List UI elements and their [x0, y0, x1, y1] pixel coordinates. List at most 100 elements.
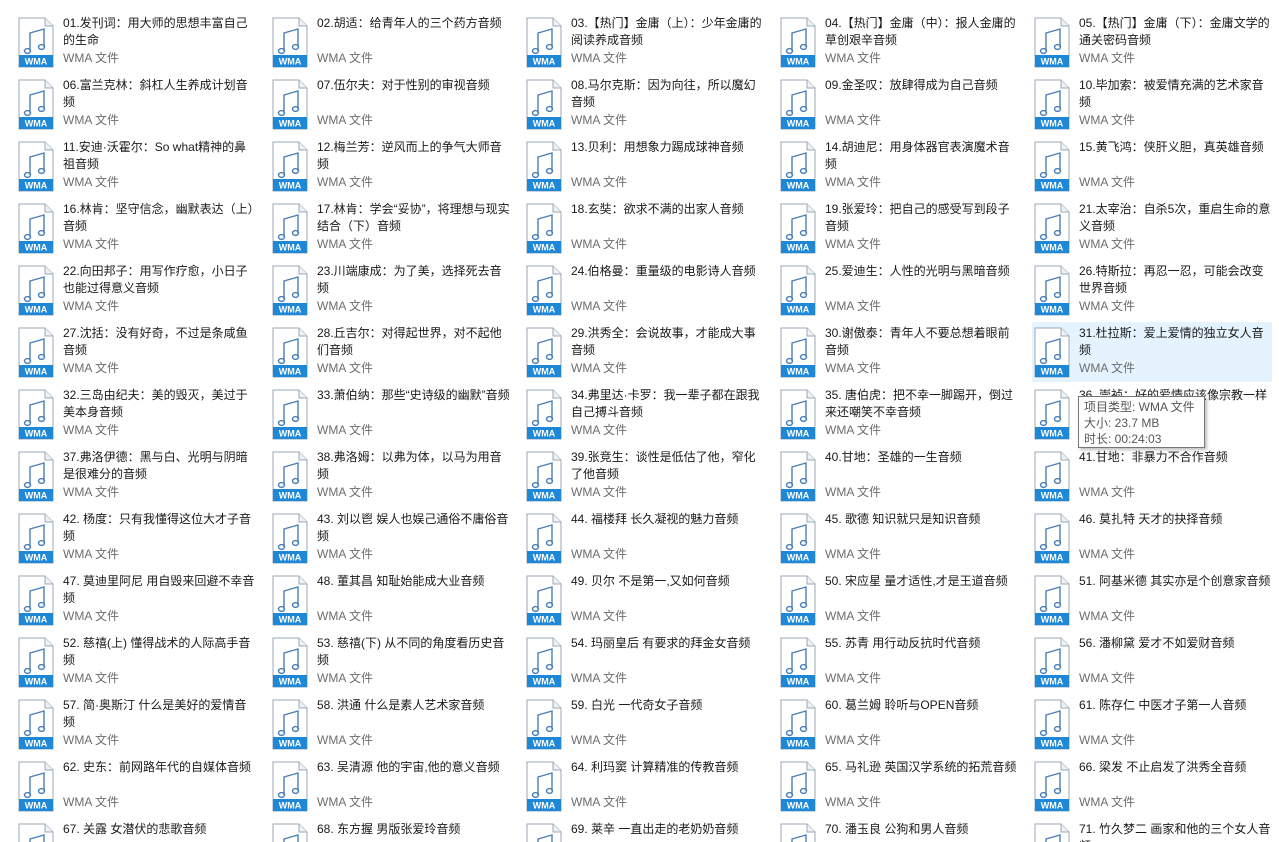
- file-item[interactable]: WMA 23.川端康成：为了美，选择死去音频 WMA 文件: [270, 260, 510, 320]
- file-item[interactable]: WMA 35. 唐伯虎：把不幸一脚踢开，倒过来还嘲笑不幸音频 WMA 文件: [778, 384, 1018, 444]
- file-name: 45. 歌德 知识就只是知识音频: [825, 512, 981, 526]
- file-item[interactable]: WMA 11.安迪·沃霍尔：So what精神的鼻祖音频 WMA 文件: [16, 136, 256, 196]
- svg-text:WMA: WMA: [1041, 615, 1064, 625]
- file-item[interactable]: WMA49. 贝尔 不是第一,又如何音频WMA 文件19.7 MB: [524, 570, 764, 630]
- file-item[interactable]: WMA 53. 慈禧(下) 从不同的角度看历史音频 WMA 文件: [270, 632, 510, 692]
- file-item[interactable]: WMA 03.【热门】金庸（上）：少年金庸的阅读养成音频 WMA 文件: [524, 12, 764, 72]
- file-item[interactable]: WMA 38.弗洛姆：以弗为体，以马为用音频 WMA 文件: [270, 446, 510, 506]
- file-item[interactable]: WMA 27.沈括：没有好奇，不过是条咸鱼音频 WMA 文件: [16, 322, 256, 382]
- file-item[interactable]: WMA 57. 简·奥斯汀 什么是美好的爱情音频 WMA 文件: [16, 694, 256, 754]
- file-name: 43. 刘以鬯 娱人也娱己通俗不庸俗音频: [317, 512, 509, 543]
- file-item[interactable]: WMA64. 利玛窦 计算精准的传教音频WMA 文件26.0 MB: [524, 756, 764, 816]
- wma-file-icon: WMA: [17, 141, 55, 192]
- file-item[interactable]: WMA 34.弗里达·卡罗：我一辈子都在跟我自己搏斗音频 WMA 文件: [524, 384, 764, 444]
- file-item[interactable]: WMA 29.洪秀全：会说故事，才能成大事音频 WMA 文件: [524, 322, 764, 382]
- svg-text:WMA: WMA: [1041, 243, 1064, 253]
- file-item[interactable]: WMA 22.向田邦子：用写作疗愈，小日子也能过得意义音频 WMA 文件: [16, 260, 256, 320]
- file-item[interactable]: WMA46. 莫扎特 天才的抉择音频WMA 文件19.9 MB: [1032, 508, 1272, 568]
- file-item[interactable]: WMA 19.张爱玲：把自己的感受写到段子音频 WMA 文件: [778, 198, 1018, 258]
- file-item[interactable]: WMA 04.【热门】金庸（中）：报人金庸的草创艰辛音频 WMA 文件: [778, 12, 1018, 72]
- file-item[interactable]: WMA54. 玛丽皇后 有要求的拜金女音频WMA 文件21.4 MB: [524, 632, 764, 692]
- file-item[interactable]: WMA 26.特斯拉：再忍一忍，可能会改变世界音频 WMA 文件: [1032, 260, 1272, 320]
- file-type: WMA 文件: [571, 113, 627, 127]
- file-item[interactable]: WMA55. 苏青 用行动反抗时代音频WMA 文件21.8 MB: [778, 632, 1018, 692]
- file-item[interactable]: WMA 70. 潘玉良 公狗和男人音频: [778, 818, 1018, 842]
- file-item[interactable]: WMA 65. 马礼逊 英国汉学系统的拓荒音频 WMA 文件: [778, 756, 1018, 816]
- file-name: 62. 史东：前网路年代的自媒体音频: [63, 760, 252, 774]
- file-item[interactable]: WMA41.甘地：非暴力不合作音频WMA 文件20.5 MB: [1032, 446, 1272, 506]
- file-type: WMA 文件: [317, 237, 373, 251]
- svg-text:WMA: WMA: [279, 57, 302, 67]
- file-item[interactable]: WMA 68. 东方握 男版张爱玲音频: [270, 818, 510, 842]
- file-item[interactable]: WMA 06.富兰克林：斜杠人生养成计划音频 WMA 文件: [16, 74, 256, 134]
- file-item[interactable]: WMA 43. 刘以鬯 娱人也娱己通俗不庸俗音频 WMA 文件: [270, 508, 510, 568]
- file-item[interactable]: WMA66. 梁发 不止启发了洪秀全音频WMA 文件25.9 MB: [1032, 756, 1272, 816]
- file-type: WMA 文件: [317, 609, 373, 623]
- file-item[interactable]: WMA 28.丘吉尔：对得起世界，对不起他们音频 WMA 文件: [270, 322, 510, 382]
- file-item[interactable]: WMA 33.萧伯纳：那些“史诗级的幽默”音频 WMA 文件: [270, 384, 510, 444]
- file-item[interactable]: WMA 32.三岛由纪夫：美的毁灭，美过于美本身音频 WMA 文件: [16, 384, 256, 444]
- file-item[interactable]: WMA 42. 杨度：只有我懂得这位大才子音频 WMA 文件: [16, 508, 256, 568]
- file-item[interactable]: WMA59. 白光 一代奇女子音频WMA 文件25.1 MB: [524, 694, 764, 754]
- file-item[interactable]: WMA 05.【热门】金庸（下）：金庸文学的通关密码音频 WMA 文件: [1032, 12, 1272, 72]
- file-name: 33.萧伯纳：那些“史诗级的幽默”音频: [317, 388, 510, 402]
- wma-file-icon: WMA: [779, 761, 817, 812]
- file-name: 18.玄奘：欲求不满的出家人音频: [571, 202, 744, 216]
- file-item[interactable]: WMA 52. 慈禧(上) 懂得战术的人际高手音频 WMA 文件: [16, 632, 256, 692]
- file-item[interactable]: WMA 47. 莫迪里阿尼 用自毁来回避不幸音频 WMA 文件: [16, 570, 256, 630]
- file-type: WMA 文件: [317, 733, 373, 747]
- file-item[interactable]: WMA 17.林肯：学会“妥协”，将理想与现实结合（下）音频 WMA 文件: [270, 198, 510, 258]
- file-item[interactable]: WMA 69. 莱辛 一直出走的老奶奶音频: [524, 818, 764, 842]
- file-name: 24.伯格曼：重量级的电影诗人音频: [571, 264, 756, 278]
- file-item[interactable]: WMA63. 吴清源 他的宇宙,他的意义音频WMA 文件22.8 MB: [270, 756, 510, 816]
- file-item[interactable]: WMA 31.杜拉斯：爱上爱情的独立女人音频 WMA 文件: [1032, 322, 1272, 382]
- file-item[interactable]: WMA48. 董其昌 知耻始能成大业音频WMA 文件17.3 MB: [270, 570, 510, 630]
- file-item[interactable]: WMA13.贝利：用想象力踢成球神音频WMA 文件20.3 MB: [524, 136, 764, 196]
- file-item[interactable]: WMA02.胡适：给青年人的三个药方音频WMA 文件26.5 MB: [270, 12, 510, 72]
- file-item[interactable]: WMA 10.毕加索：被爱情充满的艺术家音频 WMA 文件: [1032, 74, 1272, 134]
- file-item[interactable]: WMA 21.太宰治：自杀5次，重启生命的意义音频 WMA 文件: [1032, 198, 1272, 258]
- file-item[interactable]: WMA45. 歌德 知识就只是知识音频WMA 文件20.7 MB: [778, 508, 1018, 568]
- file-item[interactable]: WMA09.金圣叹：放肆得成为自己音频WMA 文件20.8 MB: [778, 74, 1018, 134]
- wma-file-icon: WMA: [17, 575, 55, 626]
- file-item[interactable]: WMA50. 宋应星 量才适性,才是王道音频WMA 文件21.7 MB: [778, 570, 1018, 630]
- file-item[interactable]: WMA60. 葛兰姆 聆听与OPEN音频WMA 文件27.1 MB: [778, 694, 1018, 754]
- file-item[interactable]: WMA 14.胡迪尼：用身体器官表演魔术音频 WMA 文件: [778, 136, 1018, 196]
- file-item[interactable]: WMA25.爱迪生：人性的光明与黑暗音频WMA 文件23.9 MB: [778, 260, 1018, 320]
- file-item[interactable]: WMA 67. 关露 女潜伏的悲歌音频: [16, 818, 256, 842]
- file-item[interactable]: WMA56. 潘柳黛 爱才不如爱财音频WMA 文件21.3 MB: [1032, 632, 1272, 692]
- svg-text:WMA: WMA: [279, 801, 302, 811]
- file-item[interactable]: WMA 30.谢傲泰：青年人不要总想着眼前音频 WMA 文件: [778, 322, 1018, 382]
- file-item[interactable]: WMA 62. 史东：前网路年代的自媒体音频 WMA 文件: [16, 756, 256, 816]
- file-item[interactable]: WMA07.伍尔夫：对于性别的审视音频WMA 文件21.4 MB: [270, 74, 510, 134]
- file-item[interactable]: WMA 37.弗洛伊德：黑与白、光明与阴暗是很难分的音频 WMA 文件: [16, 446, 256, 506]
- file-item[interactable]: WMA40.甘地：圣雄的一生音频WMA 文件22.4 MB: [778, 446, 1018, 506]
- file-item[interactable]: WMA 08.马尔克斯：因为向往，所以魔幻音频 WMA 文件: [524, 74, 764, 134]
- file-name: 58. 洪通 什么是素人艺术家音频: [317, 698, 485, 712]
- file-item[interactable]: WMA44. 福楼拜 长久凝视的魅力音频WMA 文件23.4 MB: [524, 508, 764, 568]
- file-item[interactable]: WMA15.黄飞鸿：侠肝义胆，真英雄音频WMA 文件20.6 MB: [1032, 136, 1272, 196]
- wma-file-icon: WMA: [17, 451, 55, 502]
- file-item[interactable]: WMA 51. 阿基米德 其实亦是个创意家音频 WMA 文件: [1032, 570, 1272, 630]
- file-item[interactable]: WMA61. 陈存仁 中医才子第一人音频WMA 文件26.6 MB: [1032, 694, 1272, 754]
- file-item[interactable]: WMA 01.发刊词：用大师的思想丰富自己的生命 WMA 文件: [16, 12, 256, 72]
- svg-text:WMA: WMA: [787, 801, 810, 811]
- file-name: 04.【热门】金庸（中）：报人金庸的草创艰辛音频: [825, 16, 1016, 47]
- file-type: WMA 文件: [63, 671, 119, 685]
- file-item[interactable]: WMA 71. 竹久梦二 画家和他的三个女人音频: [1032, 818, 1272, 842]
- file-item[interactable]: WMA 39.张竞生：谈性是低估了他，窄化了他音频 WMA 文件: [524, 446, 764, 506]
- file-name: 16.林肯：坚守信念，幽默表达（上）音频: [63, 202, 254, 233]
- tooltip-type: 项目类型: WMA 文件: [1084, 400, 1195, 414]
- wma-file-icon: WMA: [525, 513, 563, 564]
- file-item[interactable]: WMA 16.林肯：坚守信念，幽默表达（上）音频 WMA 文件: [16, 198, 256, 258]
- wma-file-icon: WMA: [779, 699, 817, 750]
- file-item[interactable]: WMA18.玄奘：欲求不满的出家人音频WMA 文件23.7 MB: [524, 198, 764, 258]
- file-type: WMA 文件: [317, 175, 373, 189]
- wma-file-icon: WMA: [17, 79, 55, 130]
- file-name: 02.胡适：给青年人的三个药方音频: [317, 16, 502, 30]
- file-item[interactable]: WMA58. 洪通 什么是素人艺术家音频WMA 文件24.9 MB: [270, 694, 510, 754]
- file-item[interactable]: WMA 12.梅兰芳：逆风而上的争气大师音频 WMA 文件: [270, 136, 510, 196]
- file-item[interactable]: WMA24.伯格曼：重量级的电影诗人音频WMA 文件23.3 MB: [524, 260, 764, 320]
- wma-file-icon: WMA: [525, 79, 563, 130]
- file-name: 19.张爱玲：把自己的感受写到段子音频: [825, 202, 1010, 233]
